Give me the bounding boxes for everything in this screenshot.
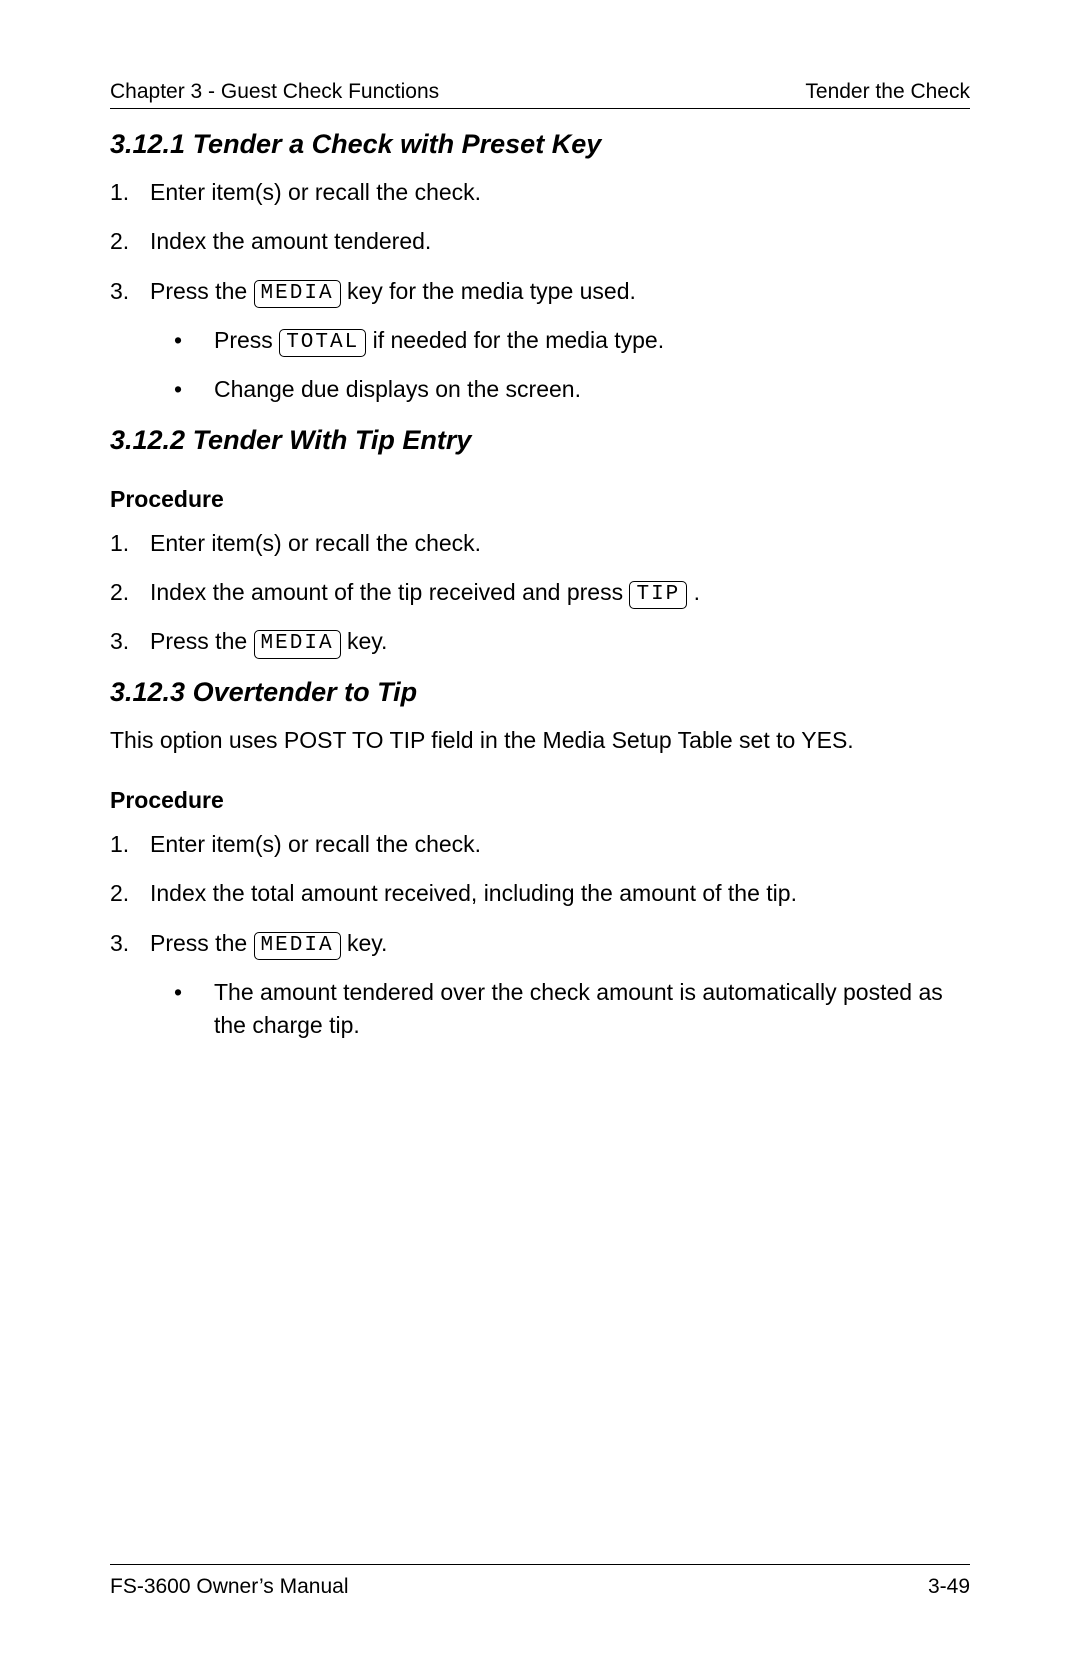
step-text: The amount tendered over the check amoun… [214, 976, 970, 1043]
keycap-media: MEDIA [254, 932, 341, 960]
header-rule [110, 108, 970, 109]
list-marker: 2. [110, 576, 150, 609]
step-text: Enter item(s) or recall the check. [150, 828, 970, 861]
bullet-list-3: • The amount tendered over the check amo… [170, 976, 970, 1043]
list-marker: 1. [110, 828, 150, 861]
section-intro: This option uses POST TO TIP field in th… [110, 724, 970, 757]
page-footer: FS-3600 Owner’s Manual 3-49 [110, 1564, 970, 1599]
step-text: Press the MEDIA key. [150, 625, 970, 658]
header-left: Chapter 3 - Guest Check Functions [110, 80, 439, 104]
keycap-media: MEDIA [254, 630, 341, 658]
list-item: 1. Enter item(s) or recall the check. [110, 828, 970, 861]
list-marker: 2. [110, 877, 150, 910]
procedure-list-1: 1. Enter item(s) or recall the check. 2.… [110, 176, 970, 308]
text-segment: key. [347, 628, 387, 654]
text-segment: if needed for the media type. [373, 327, 665, 353]
procedure-heading: Procedure [110, 787, 970, 814]
bullet-list-1: • Press TOTAL if needed for the media ty… [170, 324, 970, 407]
list-item: 2. Index the total amount received, incl… [110, 877, 970, 910]
step-text: Enter item(s) or recall the check. [150, 527, 970, 560]
list-item: • Change due displays on the screen. [170, 373, 970, 406]
step-text: Index the amount of the tip received and… [150, 576, 970, 609]
list-marker: 3. [110, 927, 150, 960]
procedure-list-2: 1. Enter item(s) or recall the check. 2.… [110, 527, 970, 659]
text-segment: Press the [150, 628, 254, 654]
list-marker: 3. [110, 275, 150, 308]
list-item: 3. Press the MEDIA key for the media typ… [110, 275, 970, 308]
step-text: Index the total amount received, includi… [150, 877, 970, 910]
step-text: Press the MEDIA key. [150, 927, 970, 960]
footer-row: FS-3600 Owner’s Manual 3-49 [110, 1575, 970, 1599]
footer-left: FS-3600 Owner’s Manual [110, 1575, 349, 1599]
list-item: 1. Enter item(s) or recall the check. [110, 176, 970, 209]
text-segment: Index the amount of the tip received and… [150, 579, 629, 605]
bullet-icon: • [170, 324, 214, 357]
step-text: Enter item(s) or recall the check. [150, 176, 970, 209]
bullet-icon: • [170, 373, 214, 406]
header-right: Tender the Check [805, 80, 970, 104]
document-page: Chapter 3 - Guest Check Functions Tender… [0, 0, 1080, 1669]
text-segment: key for the media type used. [347, 278, 636, 304]
keycap-tip: TIP [629, 581, 687, 609]
list-item: • The amount tendered over the check amo… [170, 976, 970, 1043]
list-item: 1. Enter item(s) or recall the check. [110, 527, 970, 560]
keycap-media: MEDIA [254, 280, 341, 308]
footer-rule [110, 1564, 970, 1565]
footer-right: 3-49 [928, 1575, 970, 1599]
text-segment: Press [214, 327, 279, 353]
list-marker: 1. [110, 176, 150, 209]
bullet-icon: • [170, 976, 214, 1009]
section-title-3-12-1: 3.12.1 Tender a Check with Preset Key [110, 129, 970, 160]
step-text: Index the amount tendered. [150, 225, 970, 258]
text-segment: Press the [150, 278, 254, 304]
section-title-3-12-3: 3.12.3 Overtender to Tip [110, 677, 970, 708]
step-text: Press the MEDIA key for the media type u… [150, 275, 970, 308]
list-item: • Press TOTAL if needed for the media ty… [170, 324, 970, 357]
keycap-total: TOTAL [279, 329, 366, 357]
list-item: 3. Press the MEDIA key. [110, 625, 970, 658]
step-text: Press TOTAL if needed for the media type… [214, 324, 970, 357]
list-marker: 2. [110, 225, 150, 258]
list-marker: 1. [110, 527, 150, 560]
page-header: Chapter 3 - Guest Check Functions Tender… [110, 80, 970, 104]
list-item: 2. Index the amount tendered. [110, 225, 970, 258]
step-text: Change due displays on the screen. [214, 373, 970, 406]
list-marker: 3. [110, 625, 150, 658]
list-item: 3. Press the MEDIA key. [110, 927, 970, 960]
text-segment: key. [347, 930, 387, 956]
section-title-3-12-2: 3.12.2 Tender With Tip Entry [110, 425, 970, 456]
list-item: 2. Index the amount of the tip received … [110, 576, 970, 609]
text-segment: . [694, 579, 700, 605]
procedure-heading: Procedure [110, 486, 970, 513]
procedure-list-3: 1. Enter item(s) or recall the check. 2.… [110, 828, 970, 960]
text-segment: Press the [150, 930, 254, 956]
